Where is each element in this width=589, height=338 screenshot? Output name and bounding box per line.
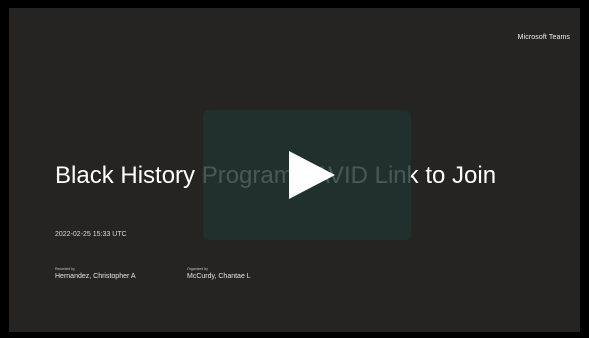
participants: Recorded by Hernandez, Christopher A Org… bbox=[55, 266, 251, 282]
video-thumbnail[interactable]: Microsoft Teams Black History Program - … bbox=[9, 8, 580, 332]
recorded-by: Recorded by Hernandez, Christopher A bbox=[55, 266, 165, 282]
play-button[interactable] bbox=[203, 110, 411, 240]
brand-label: Microsoft Teams bbox=[517, 34, 570, 41]
play-icon bbox=[289, 151, 335, 199]
recorded-by-name: Hernandez, Christopher A bbox=[55, 273, 136, 280]
organized-by: Organized by McCurdy, Chantae L bbox=[187, 266, 251, 282]
organized-by-name: McCurdy, Chantae L bbox=[187, 273, 251, 280]
meeting-timestamp: 2022-02-25 15:33 UTC bbox=[55, 231, 127, 238]
